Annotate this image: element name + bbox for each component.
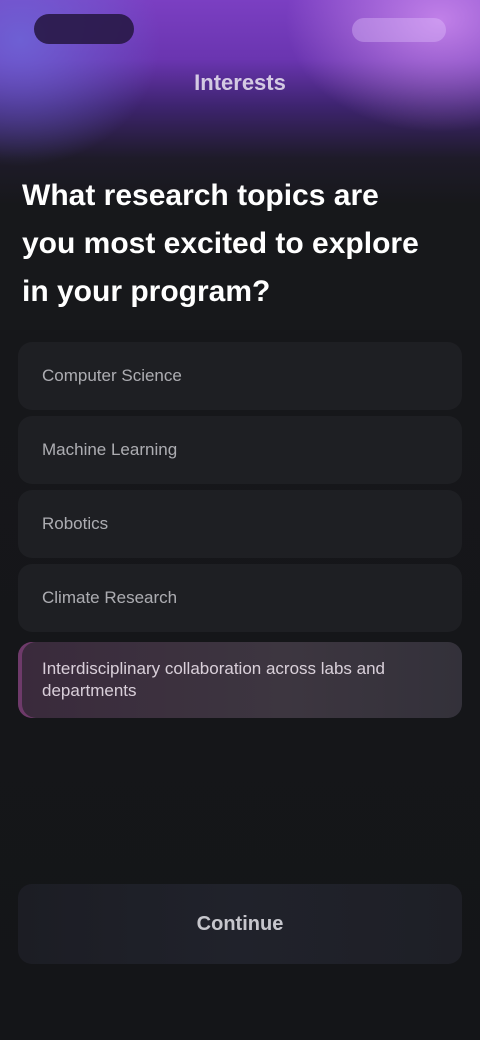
step-title: Interests bbox=[194, 70, 286, 95]
skip-chip[interactable] bbox=[352, 18, 446, 42]
option-climate-research[interactable]: Climate Research bbox=[18, 564, 462, 632]
option-robotics[interactable]: Robotics bbox=[18, 490, 462, 558]
option-label: Computer Science bbox=[42, 366, 182, 385]
option-machine-learning[interactable]: Machine Learning bbox=[18, 416, 462, 484]
onboarding-screen: Interests What research topics are you m… bbox=[0, 0, 480, 1040]
option-computer-science[interactable]: Computer Science bbox=[18, 342, 462, 410]
continue-button[interactable]: Continue bbox=[157, 903, 324, 946]
question-heading: What research topics are you most excite… bbox=[22, 179, 419, 308]
option-label: Machine Learning bbox=[42, 440, 178, 459]
option-label: Interdisciplinary collaboration across l… bbox=[42, 659, 386, 700]
option-label: Robotics bbox=[42, 514, 109, 533]
option-label: Climate Research bbox=[42, 588, 178, 607]
back-pill[interactable] bbox=[34, 14, 134, 44]
option-interdisciplinary-selected[interactable]: Interdisciplinary collaboration across l… bbox=[18, 642, 462, 718]
bottom-action-bar: Continue bbox=[18, 884, 462, 964]
options-list: Computer Science Machine Learning Roboti… bbox=[18, 342, 462, 724]
